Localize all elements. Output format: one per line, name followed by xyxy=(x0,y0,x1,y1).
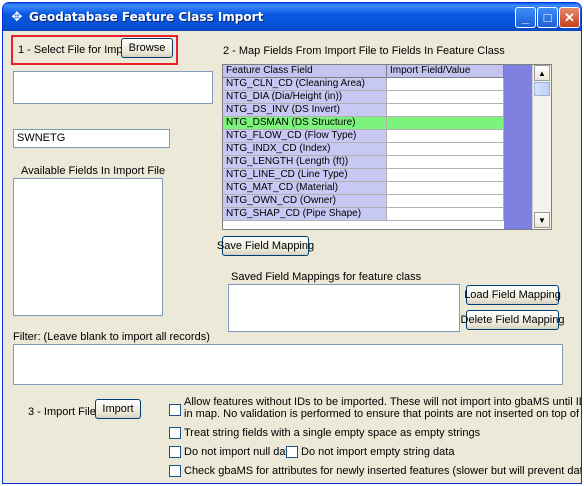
window-title: Geodatabase Feature Class Import xyxy=(29,10,264,24)
scroll-up-icon[interactable]: ▲ xyxy=(534,65,550,81)
import-value-cell[interactable] xyxy=(387,78,504,91)
filter-label: Filter: (Leave blank to import all recor… xyxy=(13,331,210,343)
field-name-cell: NTG_SHAP_CD (Pipe Shape) xyxy=(223,208,387,221)
table-row-selected[interactable]: NTG_DSMAN (DS Structure) xyxy=(223,117,504,130)
table-row[interactable]: NTG_DIA (Dia/Height (in)) xyxy=(223,91,504,104)
field-name-cell: NTG_DSMAN (DS Structure) xyxy=(223,117,387,130)
close-button[interactable]: ✕ xyxy=(559,7,580,28)
import-value-cell[interactable] xyxy=(387,156,504,169)
app-icon: ✥ xyxy=(11,9,23,24)
minimize-button[interactable]: _ xyxy=(515,7,536,28)
field-name-cell: NTG_INDX_CD (Index) xyxy=(223,143,387,156)
table-row[interactable]: NTG_OWN_CD (Owner) xyxy=(223,195,504,208)
maximize-button[interactable]: □ xyxy=(537,7,558,28)
column-header-import-field[interactable]: Import Field/Value xyxy=(387,65,504,78)
table-row[interactable]: NTG_LENGTH (Length (ft)) xyxy=(223,156,504,169)
allow-no-ids-checkbox[interactable] xyxy=(169,404,181,416)
import-button[interactable]: Import xyxy=(95,399,141,419)
import-value-cell[interactable] xyxy=(387,130,504,143)
table-name-field[interactable]: SWNETG xyxy=(13,129,170,148)
import-value-cell[interactable] xyxy=(387,117,504,130)
allow-no-ids-label: Allow features without IDs to be importe… xyxy=(184,396,581,408)
field-name-cell: NTG_CLN_CD (Cleaning Area) xyxy=(223,78,387,91)
table-row[interactable]: NTG_LINE_CD (Line Type) xyxy=(223,169,504,182)
saved-mappings-label: Saved Field Mappings for feature class xyxy=(231,271,422,283)
available-fields-label: Available Fields In Import File xyxy=(21,165,166,177)
treat-space-empty-checkbox[interactable] xyxy=(169,427,181,439)
saved-mappings-list[interactable] xyxy=(228,284,460,332)
import-value-cell[interactable] xyxy=(387,104,504,117)
save-field-mapping-button[interactable]: Save Field Mapping xyxy=(217,236,314,256)
table-row[interactable]: NTG_SHAP_CD (Pipe Shape) xyxy=(223,208,504,221)
grid-header: Feature Class Field Import Field/Value xyxy=(223,65,504,78)
import-value-cell[interactable] xyxy=(387,208,504,221)
import-value-cell[interactable] xyxy=(387,169,504,182)
scroll-down-icon[interactable]: ▼ xyxy=(534,212,550,228)
scroll-thumb[interactable] xyxy=(534,82,550,96)
available-fields-list[interactable] xyxy=(13,178,163,316)
import-window: ✥ Geodatabase Feature Class Import _ □ ✕… xyxy=(2,2,582,484)
load-field-mapping-button[interactable]: Load Field Mapping xyxy=(464,285,561,305)
field-name-cell: NTG_LINE_CD (Line Type) xyxy=(223,169,387,182)
field-name-cell: NTG_LENGTH (Length (ft)) xyxy=(223,156,387,169)
table-row[interactable]: NTG_FLOW_CD (Flow Type) xyxy=(223,130,504,143)
step3-label: 3 - Import File xyxy=(28,406,96,418)
table-row[interactable]: NTG_DS_INV (DS Invert) xyxy=(223,104,504,117)
delete-field-mapping-button[interactable]: Delete Field Mapping xyxy=(461,310,564,330)
no-null-data-checkbox[interactable] xyxy=(169,446,181,458)
field-name-cell: NTG_DS_INV (DS Invert) xyxy=(223,104,387,117)
table-row[interactable]: NTG_INDX_CD (Index) xyxy=(223,143,504,156)
field-name-cell: NTG_DIA (Dia/Height (in)) xyxy=(223,91,387,104)
import-value-cell[interactable] xyxy=(387,91,504,104)
step2-label: 2 - Map Fields From Import File to Field… xyxy=(223,45,505,57)
browse-button[interactable]: Browse xyxy=(121,38,173,58)
grid-empty-area xyxy=(504,65,532,229)
check-attributes-label: Check gbaMS for attributes for newly ins… xyxy=(184,465,581,477)
grid-scrollbar[interactable]: ▲ ▼ xyxy=(532,65,551,229)
file-path-field[interactable] xyxy=(13,71,213,104)
check-attributes-checkbox[interactable] xyxy=(169,465,181,477)
filter-input[interactable] xyxy=(13,344,563,385)
field-name-cell: NTG_FLOW_CD (Flow Type) xyxy=(223,130,387,143)
table-row[interactable]: NTG_MAT_CD (Material) xyxy=(223,182,504,195)
no-empty-string-label: Do not import empty string data xyxy=(301,446,455,458)
no-empty-string-checkbox[interactable] xyxy=(286,446,298,458)
import-value-cell[interactable] xyxy=(387,195,504,208)
title-bar[interactable]: ✥ Geodatabase Feature Class Import _ □ ✕ xyxy=(3,3,581,31)
field-name-cell: NTG_OWN_CD (Owner) xyxy=(223,195,387,208)
table-row[interactable]: NTG_CLN_CD (Cleaning Area) xyxy=(223,78,504,91)
treat-space-empty-label: Treat string fields with a single empty … xyxy=(184,427,481,439)
import-value-cell[interactable] xyxy=(387,143,504,156)
import-value-cell[interactable] xyxy=(387,182,504,195)
field-name-cell: NTG_MAT_CD (Material) xyxy=(223,182,387,195)
allow-no-ids-label-line2: in map. No validation is performed to en… xyxy=(184,408,581,420)
field-mapping-grid[interactable]: Feature Class Field Import Field/Value N… xyxy=(222,64,552,230)
no-null-data-label: Do not import null data xyxy=(184,446,295,458)
column-header-feature-class-field[interactable]: Feature Class Field xyxy=(223,65,387,78)
